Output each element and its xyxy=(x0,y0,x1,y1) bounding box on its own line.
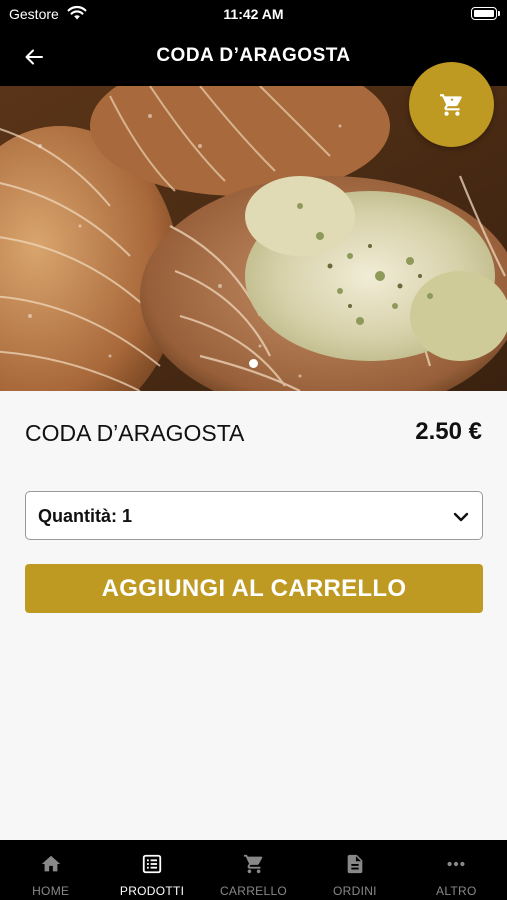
tab-label-altro: ALTRO xyxy=(436,884,477,898)
page-title: CODA D’ARAGOSTA xyxy=(156,45,351,66)
product-price: 2.50 € xyxy=(415,418,482,445)
document-icon xyxy=(347,854,363,874)
tab-carrello[interactable]: CARRELLO xyxy=(203,840,304,900)
status-time: 11:42 AM xyxy=(223,6,284,22)
bottom-tab-bar: HOME PRODOTTI CARRELLO ORDINI ALTRO xyxy=(0,840,507,900)
tab-altro[interactable]: ALTRO xyxy=(406,840,507,900)
battery-icon xyxy=(471,7,500,20)
quantity-label: Quantità: 1 xyxy=(38,506,133,526)
tab-label-prodotti: PRODOTTI xyxy=(119,884,185,898)
status-bar: Gestore 11:42 AM xyxy=(0,0,507,28)
tab-label-home: HOME xyxy=(32,884,70,898)
home-icon xyxy=(41,855,60,872)
more-icon xyxy=(447,861,465,867)
carousel-indicator-dot[interactable] xyxy=(249,359,258,368)
tab-label-carrello: CARRELLO xyxy=(219,884,288,898)
tab-home[interactable]: HOME xyxy=(0,840,101,900)
tab-prodotti[interactable]: PRODOTTI xyxy=(101,840,202,900)
tab-label-ordini: ORDINI xyxy=(333,884,377,898)
cart-fab-button[interactable] xyxy=(409,62,494,147)
tab-ordini[interactable]: ORDINI xyxy=(304,840,405,900)
list-icon xyxy=(142,854,162,874)
chevron-down-icon xyxy=(453,512,469,522)
shopping-cart-icon xyxy=(439,93,462,116)
add-to-cart-button[interactable]: AGGIUNGI AL CARRELLO xyxy=(25,564,483,613)
product-name: CODA D’ARAGOSTA xyxy=(25,420,245,446)
quantity-select[interactable]: Quantità: 1 xyxy=(25,491,483,540)
cart-icon xyxy=(243,854,262,874)
